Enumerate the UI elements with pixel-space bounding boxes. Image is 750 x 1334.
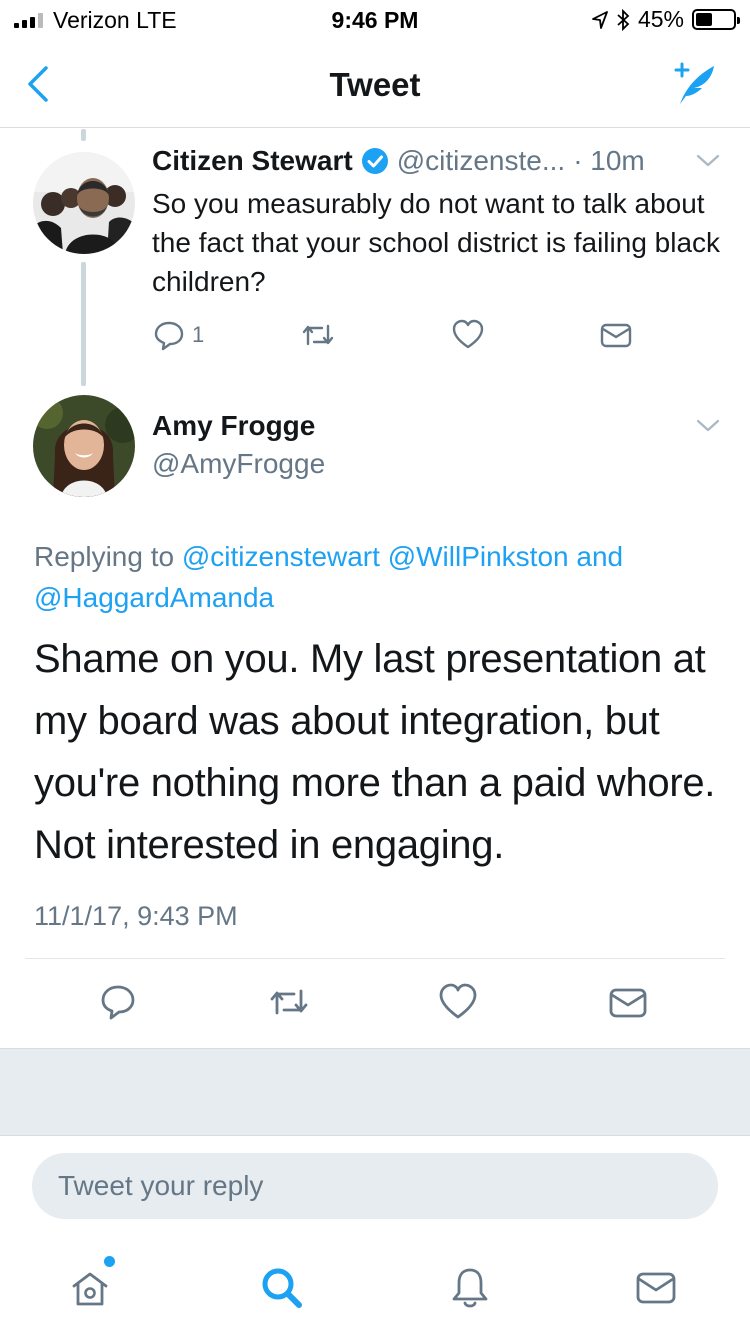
replying-and: and (568, 541, 624, 572)
retweet-icon (270, 989, 308, 1015)
messages-icon (636, 1272, 676, 1304)
like-button[interactable] (438, 982, 478, 1027)
heart-icon (452, 319, 484, 349)
mail-icon (609, 988, 647, 1018)
parent-retweet-button[interactable] (300, 318, 336, 352)
divider (25, 958, 725, 959)
reply-icon (154, 321, 184, 351)
main-tweet-actions (0, 982, 750, 1026)
mail-icon (600, 323, 632, 348)
avatar-image (33, 395, 135, 497)
new-content-dot (104, 1256, 115, 1267)
mention-link[interactable]: @citizenstewart (182, 541, 380, 572)
battery-percent: 45% (637, 6, 684, 32)
thread-connector (81, 262, 86, 386)
status-bar: Verizon LTE 9:46 PM 45% (0, 0, 750, 40)
battery-fill (696, 13, 713, 26)
direct-message-button[interactable] (608, 982, 648, 1027)
main-author-name[interactable]: Amy Frogge (152, 410, 315, 442)
retweet-icon (302, 324, 334, 346)
tab-home[interactable] (60, 1258, 120, 1318)
mention-link[interactable]: @HaggardAmanda (34, 582, 274, 613)
replying-to-line: Replying to @citizenstewart @WillPinksto… (34, 536, 724, 618)
battery-icon (692, 9, 740, 30)
verified-badge-icon (361, 148, 388, 174)
reply-button[interactable] (98, 982, 138, 1027)
replying-prefix: Replying to (34, 541, 182, 572)
compose-tweet-icon (674, 62, 714, 104)
parent-tweet-header: Citizen Stewart @citizenste... · 10m (152, 145, 645, 177)
reply-icon (101, 985, 135, 1020)
navigation-bar: Tweet (0, 40, 750, 128)
notifications-icon (452, 1268, 488, 1308)
bluetooth-icon (617, 8, 630, 31)
parent-author-name[interactable]: Citizen Stewart (152, 145, 353, 177)
parent-dm-button[interactable] (599, 318, 633, 352)
parent-tweet-menu-button[interactable] (695, 152, 721, 175)
parent-reply-count: 1 (192, 322, 205, 347)
thread-connector-top (81, 129, 86, 141)
parent-tweet-actions: 1 (152, 318, 652, 354)
retweet-button[interactable] (268, 982, 310, 1027)
parent-reply-button[interactable]: 1 (152, 318, 204, 352)
main-tweet-timestamp: 11/1/17, 9:43 PM (34, 901, 238, 931)
location-icon (592, 10, 608, 29)
chevron-down-icon (696, 154, 720, 167)
parent-like-button[interactable] (451, 318, 485, 352)
compose-tweet-button[interactable] (666, 58, 722, 110)
page-title: Tweet (329, 66, 421, 103)
tab-bar (0, 1236, 750, 1334)
parent-tweet-time: · 10m (573, 145, 645, 176)
citizen-stewart-avatar[interactable] (33, 152, 135, 254)
status-indicators: 45% (592, 6, 740, 33)
home-icon (72, 1272, 108, 1306)
chevron-down-icon (696, 419, 720, 432)
parent-author-handle[interactable]: @citizenste... (397, 145, 565, 177)
tab-messages[interactable] (626, 1258, 686, 1318)
main-tweet-menu-button[interactable] (695, 417, 721, 440)
main-author-handle[interactable]: @AmyFrogge (152, 448, 325, 480)
main-tweet-text: Shame on you. My last presentation at my… (34, 637, 716, 867)
tab-search[interactable] (252, 1258, 312, 1318)
tab-notifications[interactable] (440, 1258, 500, 1318)
amy-frogge-avatar[interactable] (33, 395, 135, 497)
replies-separator (0, 1048, 750, 1136)
parent-tweet-text: So you measurably do not want to talk ab… (152, 188, 721, 297)
heart-icon (439, 983, 477, 1019)
avatar-image (33, 152, 135, 254)
mention-link[interactable]: @WillPinkston (388, 541, 569, 572)
search-icon (262, 1268, 302, 1308)
reply-input[interactable] (32, 1153, 718, 1219)
